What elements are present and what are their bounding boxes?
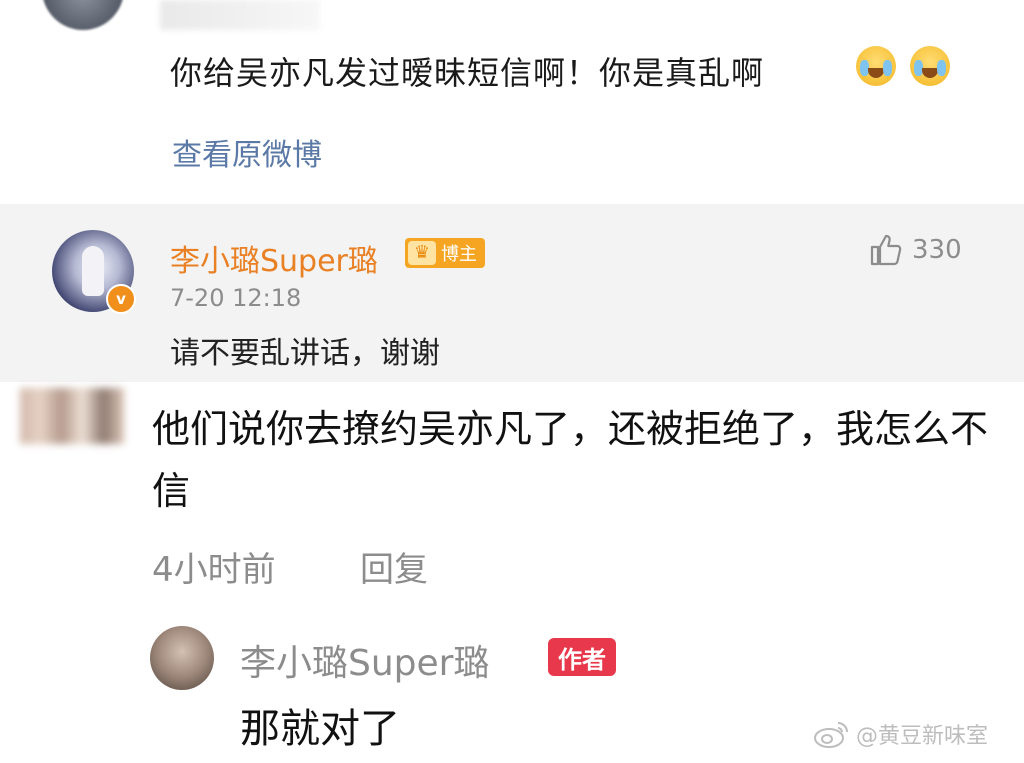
like-button[interactable]: 330 xyxy=(868,232,962,268)
crying-laughing-emoji-icon xyxy=(856,46,896,86)
top-avatar[interactable] xyxy=(42,0,124,30)
comment-time: 4小时前 xyxy=(152,550,276,590)
watermark: @黄豆新味室 xyxy=(812,718,988,750)
avatar-figure xyxy=(82,246,104,296)
reply-button[interactable]: 回复 xyxy=(360,542,428,591)
crying-laughing-emoji-icon xyxy=(910,46,950,86)
author-reply-text: 那就对了 xyxy=(240,706,400,752)
view-original-post-link[interactable]: 查看原微博 xyxy=(172,130,322,174)
commenter-avatar[interactable] xyxy=(20,388,124,444)
thumbs-up-icon xyxy=(870,234,902,266)
author-tag-badge: 作者 xyxy=(548,638,616,676)
author-avatar[interactable] xyxy=(150,626,214,690)
comment-text: 他们说你去撩约吴亦凡了，还被拒绝了，我怎么不信 xyxy=(152,407,989,513)
original-post-section: 你给吴亦凡发过暧昧短信啊！你是真乱啊 查看原微博 xyxy=(0,0,1024,204)
blogger-tag-label: 博主 xyxy=(441,244,477,265)
weibo-logo-icon xyxy=(814,722,848,748)
blogger-reply-section: v 李小璐Super璐 ♛ 博主 7-20 12:18 请不要乱讲话，谢谢 33… xyxy=(0,204,1024,382)
blogger-name[interactable]: 李小璐Super璐 xyxy=(170,236,378,280)
comment-section: 他们说你去撩约吴亦凡了，还被拒绝了，我怎么不信 4小时前 回复 李小璐Super… xyxy=(0,382,1024,763)
reply-text: 请不要乱讲话，谢谢 xyxy=(170,336,440,371)
like-count: 330 xyxy=(912,235,962,265)
original-post-text: 你给吴亦凡发过暧昧短信啊！你是真乱啊 xyxy=(170,54,765,92)
watermark-text: @黄豆新味室 xyxy=(856,724,989,749)
reply-timestamp: 7-20 12:18 xyxy=(170,284,302,312)
verified-badge-icon: v xyxy=(106,284,136,314)
author-name[interactable]: 李小璐Super璐 xyxy=(240,634,489,686)
blogger-tag-badge: ♛ 博主 xyxy=(405,238,485,268)
blurred-username xyxy=(160,0,320,30)
crown-icon: ♛ xyxy=(408,241,436,265)
